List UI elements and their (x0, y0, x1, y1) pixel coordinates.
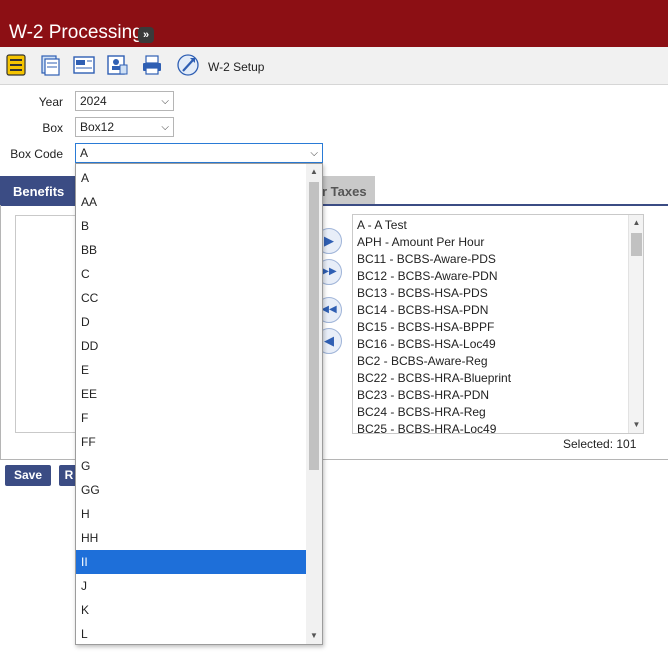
dropdown-option[interactable]: D (76, 310, 306, 334)
scroll-up-icon[interactable]: ▲ (629, 218, 643, 227)
toolbar: W-2 Setup (0, 47, 668, 85)
scrollbar-thumb[interactable] (309, 182, 319, 470)
chevron-down-icon: ⌵ (310, 148, 318, 159)
app-root: W-2 Processing » W-2 Setup Year 2024 ⌵ B… (0, 0, 668, 670)
dropdown-scrollbar[interactable]: ▲ ▼ (306, 164, 322, 644)
list-icon[interactable] (4, 53, 28, 77)
list-item[interactable]: BC15 - BCBS-HSA-BPPF (357, 320, 494, 334)
scroll-up-icon[interactable]: ▲ (306, 167, 322, 176)
dropdown-option[interactable]: B (76, 214, 306, 238)
dropdown-option[interactable]: EE (76, 382, 306, 406)
list-item[interactable]: BC13 - BCBS-HSA-PDS (357, 286, 488, 300)
setup-wand-icon[interactable] (176, 53, 200, 77)
dropdown-option[interactable]: FF (76, 430, 306, 454)
selected-list[interactable]: A - A Test APH - Amount Per Hour BC11 - … (352, 214, 644, 434)
box-code-label: Box Code (10, 147, 63, 161)
dropdown-option[interactable]: L (76, 622, 306, 644)
box-select[interactable]: Box12 ⌵ (75, 117, 174, 137)
list-item[interactable]: A - A Test (357, 218, 407, 232)
dropdown-option[interactable]: H (76, 502, 306, 526)
w2-setup-label[interactable]: W-2 Setup (208, 60, 264, 74)
list-item[interactable]: BC2 - BCBS-Aware-Reg (357, 354, 488, 368)
dropdown-option[interactable]: AA (76, 190, 306, 214)
printer-icon[interactable] (140, 53, 164, 77)
list-item[interactable]: BC14 - BCBS-HSA-PDN (357, 303, 488, 317)
w2-form-icon[interactable] (72, 53, 96, 77)
list-item[interactable]: BC23 - BCBS-HRA-PDN (357, 388, 489, 402)
list-item[interactable]: BC25 - BCBS-HRA-Loc49 (357, 422, 496, 433)
list-item[interactable]: BC24 - BCBS-HRA-Reg (357, 405, 486, 419)
list-item[interactable]: BC12 - BCBS-Aware-PDN (357, 269, 497, 283)
box-code-dropdown[interactable]: A AA B BB C CC D DD E EE F FF G GG H HH … (75, 163, 323, 645)
dropdown-option[interactable]: CC (76, 286, 306, 310)
year-label: Year (38, 95, 63, 109)
list-item[interactable]: BC22 - BCBS-HRA-Blueprint (357, 371, 511, 385)
chevron-down-icon: ⌵ (161, 122, 169, 133)
dropdown-option[interactable]: G (76, 454, 306, 478)
selected-list-scrollbar[interactable]: ▲ ▼ (628, 215, 643, 433)
employee-card-icon[interactable] (105, 53, 129, 77)
page-title: W-2 Processing (9, 22, 143, 43)
selected-count: Selected: 101 (563, 437, 637, 451)
box-code-select[interactable]: A ⌵ (75, 143, 323, 163)
chevron-down-icon: ⌵ (161, 96, 169, 107)
list-item[interactable]: BC16 - BCBS-HSA-Loc49 (357, 337, 496, 351)
year-select[interactable]: 2024 ⌵ (75, 91, 174, 111)
box-label: Box (42, 121, 63, 135)
dropdown-option[interactable]: E (76, 358, 306, 382)
dropdown-option[interactable]: J (76, 574, 306, 598)
title-bar: W-2 Processing » (0, 0, 668, 47)
dropdown-option-highlighted[interactable]: II (76, 550, 306, 574)
dropdown-option[interactable]: DD (76, 334, 306, 358)
box-value: Box12 (80, 120, 115, 134)
dropdown-option[interactable]: BB (76, 238, 306, 262)
dropdown-option[interactable]: A (76, 166, 306, 190)
documents-icon[interactable] (38, 53, 62, 77)
scroll-down-icon[interactable]: ▼ (306, 631, 322, 640)
save-button[interactable]: Save (5, 465, 51, 486)
scroll-down-icon[interactable]: ▼ (629, 420, 643, 429)
dropdown-option[interactable]: F (76, 406, 306, 430)
year-value: 2024 (80, 94, 107, 108)
box-code-value: A (80, 146, 89, 160)
dropdown-option[interactable]: GG (76, 478, 306, 502)
dropdown-option[interactable]: C (76, 262, 306, 286)
scrollbar-thumb[interactable] (631, 233, 642, 256)
expand-icon[interactable]: » (138, 27, 154, 43)
tab-benefits[interactable]: Benefits (0, 176, 75, 205)
dropdown-option[interactable]: HH (76, 526, 306, 550)
dropdown-option[interactable]: K (76, 598, 306, 622)
list-item[interactable]: BC11 - BCBS-Aware-PDS (357, 252, 496, 266)
list-item[interactable]: APH - Amount Per Hour (357, 235, 484, 249)
